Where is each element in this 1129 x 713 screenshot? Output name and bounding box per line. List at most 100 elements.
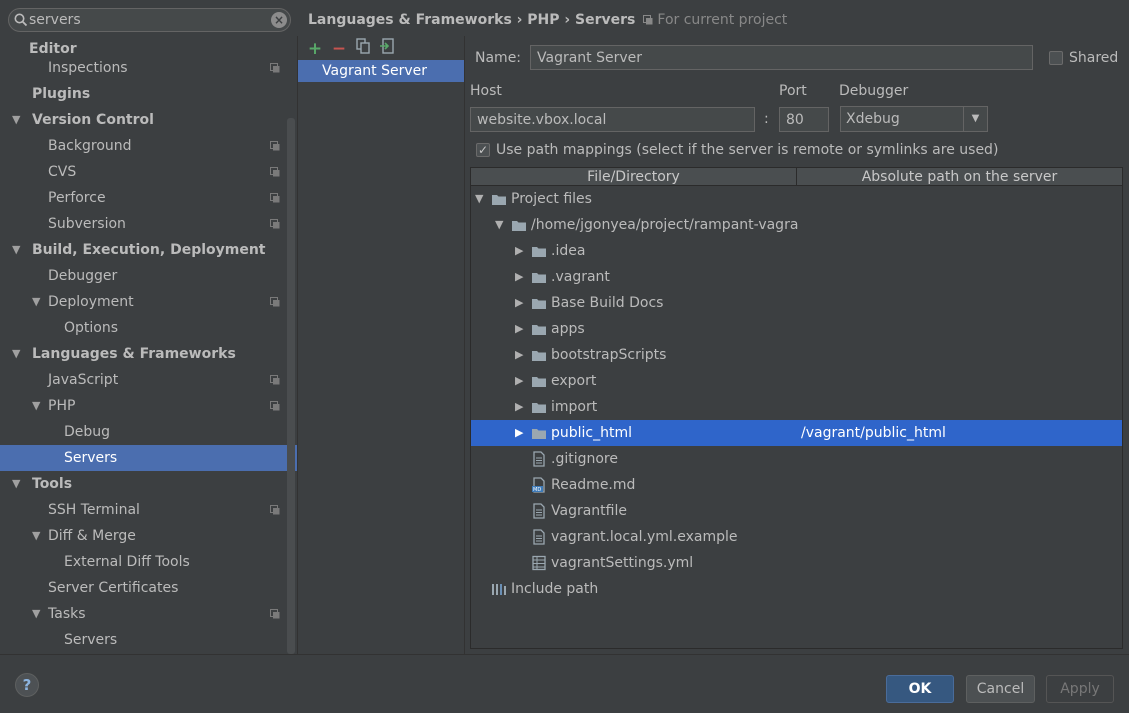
remove-server-icon[interactable]: − bbox=[330, 40, 348, 58]
shared-checkbox[interactable] bbox=[1049, 51, 1063, 65]
debugger-select[interactable]: Xdebug ▼ bbox=[840, 106, 988, 132]
expand-arrow-icon[interactable]: ▶ bbox=[515, 368, 523, 394]
folder-icon bbox=[532, 429, 546, 439]
expand-arrow-icon[interactable]: ▼ bbox=[32, 523, 40, 549]
settings-tree-item[interactable]: SSH Terminal bbox=[0, 497, 287, 523]
mapping-row[interactable]: ▶ apps bbox=[471, 316, 1122, 342]
mapping-row[interactable]: ▼ Project files bbox=[471, 186, 1122, 212]
settings-tree-item[interactable]: Inspections bbox=[0, 55, 287, 77]
host-input[interactable] bbox=[470, 107, 755, 132]
settings-tree-item[interactable]: ▼ Tools bbox=[0, 471, 287, 497]
settings-search-input[interactable] bbox=[29, 10, 273, 30]
mapping-local-path: import bbox=[551, 399, 598, 415]
mapping-row[interactable]: .gitignore bbox=[471, 446, 1122, 472]
expand-arrow-icon[interactable]: ▼ bbox=[12, 471, 20, 497]
help-icon[interactable]: ? bbox=[15, 673, 39, 697]
settings-tree-item[interactable]: CVS bbox=[0, 159, 287, 185]
expand-arrow-icon[interactable]: ▶ bbox=[515, 264, 523, 290]
mapping-row[interactable]: Vagrantfile bbox=[471, 498, 1122, 524]
server-list-item[interactable]: Vagrant Server bbox=[298, 60, 464, 82]
mapping-row[interactable]: ▶ import bbox=[471, 394, 1122, 420]
expand-arrow-icon[interactable]: ▶ bbox=[515, 420, 523, 446]
mapping-server-path[interactable]: /vagrant/public_html bbox=[801, 420, 946, 446]
expand-arrow-icon[interactable]: ▶ bbox=[515, 238, 523, 264]
settings-tree-item[interactable]: JavaScript bbox=[0, 367, 287, 393]
settings-tree-item[interactable]: ▼ Languages & Frameworks bbox=[0, 341, 287, 367]
mapping-row[interactable]: MD Readme.md bbox=[471, 472, 1122, 498]
import-server-icon[interactable] bbox=[378, 38, 396, 56]
expand-arrow-icon[interactable]: ▶ bbox=[515, 342, 523, 368]
expand-arrow-icon[interactable]: ▼ bbox=[475, 186, 483, 212]
mapping-row[interactable]: ▶ public_html/vagrant/public_html bbox=[471, 420, 1122, 446]
copy-server-icon[interactable] bbox=[354, 38, 372, 56]
settings-tree-item[interactable]: ▼ Tasks bbox=[0, 601, 287, 627]
folder-icon bbox=[532, 403, 546, 413]
host-port-separator: : bbox=[764, 111, 769, 127]
expand-arrow-icon[interactable]: ▼ bbox=[32, 601, 40, 627]
project-level-icon bbox=[270, 505, 280, 515]
apply-button[interactable]: Apply bbox=[1046, 675, 1114, 703]
project-level-icon bbox=[270, 401, 280, 411]
expand-arrow-icon[interactable]: ▼ bbox=[12, 237, 20, 263]
file-directory-column-header[interactable]: File/Directory bbox=[471, 168, 797, 186]
settings-tree-item-label: Background bbox=[48, 138, 132, 154]
mapping-local-path: export bbox=[551, 373, 597, 389]
expand-arrow-icon[interactable]: ▼ bbox=[32, 393, 40, 419]
project-level-icon bbox=[270, 219, 280, 229]
servers-toolbar: + − bbox=[306, 38, 402, 58]
project-scope-icon bbox=[643, 15, 653, 25]
settings-tree-item[interactable]: Plugins bbox=[0, 81, 287, 107]
settings-tree-item[interactable]: Debugger bbox=[0, 263, 287, 289]
settings-tree-item[interactable]: Servers bbox=[0, 445, 297, 471]
mapping-row[interactable]: ▶ export bbox=[471, 368, 1122, 394]
expand-arrow-icon[interactable]: ▶ bbox=[515, 316, 523, 342]
cancel-button[interactable]: Cancel bbox=[966, 675, 1035, 703]
settings-tree-item[interactable]: External Diff Tools bbox=[0, 549, 287, 575]
settings-tree-item-label: External Diff Tools bbox=[64, 554, 190, 570]
expand-arrow-icon[interactable]: ▼ bbox=[32, 289, 40, 315]
project-level-icon bbox=[270, 375, 280, 385]
markdown-file-icon: MD bbox=[532, 477, 545, 493]
tree-scrollbar[interactable] bbox=[287, 118, 295, 654]
settings-tree-item[interactable]: Perforce bbox=[0, 185, 287, 211]
settings-tree-item[interactable]: Options bbox=[0, 315, 287, 341]
server-path-column-header[interactable]: Absolute path on the server bbox=[797, 168, 1122, 186]
port-input[interactable] bbox=[779, 107, 829, 132]
settings-search-box[interactable]: × bbox=[8, 8, 291, 32]
expand-arrow-icon[interactable]: ▶ bbox=[515, 394, 523, 420]
mapping-row[interactable]: ▶ Base Build Docs bbox=[471, 290, 1122, 316]
settings-tree-item[interactable]: Servers bbox=[0, 627, 287, 653]
add-server-icon[interactable]: + bbox=[306, 40, 324, 58]
mapping-row[interactable]: vagrantSettings.yml bbox=[471, 550, 1122, 576]
project-level-icon bbox=[270, 167, 280, 177]
mapping-row[interactable]: ▶ .vagrant bbox=[471, 264, 1122, 290]
name-label: Name: bbox=[475, 50, 522, 66]
settings-tree-item[interactable]: ▼ PHP bbox=[0, 393, 287, 419]
settings-tree-item[interactable]: ▼ Diff & Merge bbox=[0, 523, 287, 549]
mapping-row[interactable]: ▶ bootstrapScripts bbox=[471, 342, 1122, 368]
mapping-local-path: bootstrapScripts bbox=[551, 347, 667, 363]
port-label: Port bbox=[779, 83, 807, 99]
mapping-local-path: vagrant.local.yml.example bbox=[551, 529, 738, 545]
settings-tree-item[interactable]: Server Certificates bbox=[0, 575, 287, 601]
settings-tree-item-label: Deployment bbox=[48, 294, 134, 310]
mapping-row[interactable]: ▶ .idea bbox=[471, 238, 1122, 264]
settings-tree-item[interactable]: ▼ Version Control bbox=[0, 107, 287, 133]
settings-tree-item[interactable]: ▼ Deployment bbox=[0, 289, 287, 315]
mapping-row[interactable]: vagrant.local.yml.example bbox=[471, 524, 1122, 550]
server-name-input[interactable] bbox=[530, 45, 1033, 70]
expand-arrow-icon[interactable]: ▼ bbox=[12, 341, 20, 367]
expand-arrow-icon[interactable]: ▶ bbox=[515, 290, 523, 316]
mapping-row[interactable]: Include path bbox=[471, 576, 1122, 602]
settings-tree-item[interactable]: Subversion bbox=[0, 211, 287, 237]
mapping-row[interactable]: ▼ /home/jgonyea/project/rampant-vagra bbox=[471, 212, 1122, 238]
ok-button[interactable]: OK bbox=[886, 675, 954, 703]
settings-tree-item[interactable]: Background bbox=[0, 133, 287, 159]
expand-arrow-icon[interactable]: ▼ bbox=[495, 212, 503, 238]
path-mappings-checkbox[interactable]: ✓ bbox=[476, 143, 490, 157]
expand-arrow-icon[interactable]: ▼ bbox=[12, 107, 20, 133]
settings-tree-item[interactable]: Debug bbox=[0, 419, 287, 445]
settings-tree-item[interactable]: ▼ Build, Execution, Deployment bbox=[0, 237, 287, 263]
clear-search-icon[interactable]: × bbox=[271, 12, 287, 28]
project-level-icon bbox=[270, 297, 280, 307]
